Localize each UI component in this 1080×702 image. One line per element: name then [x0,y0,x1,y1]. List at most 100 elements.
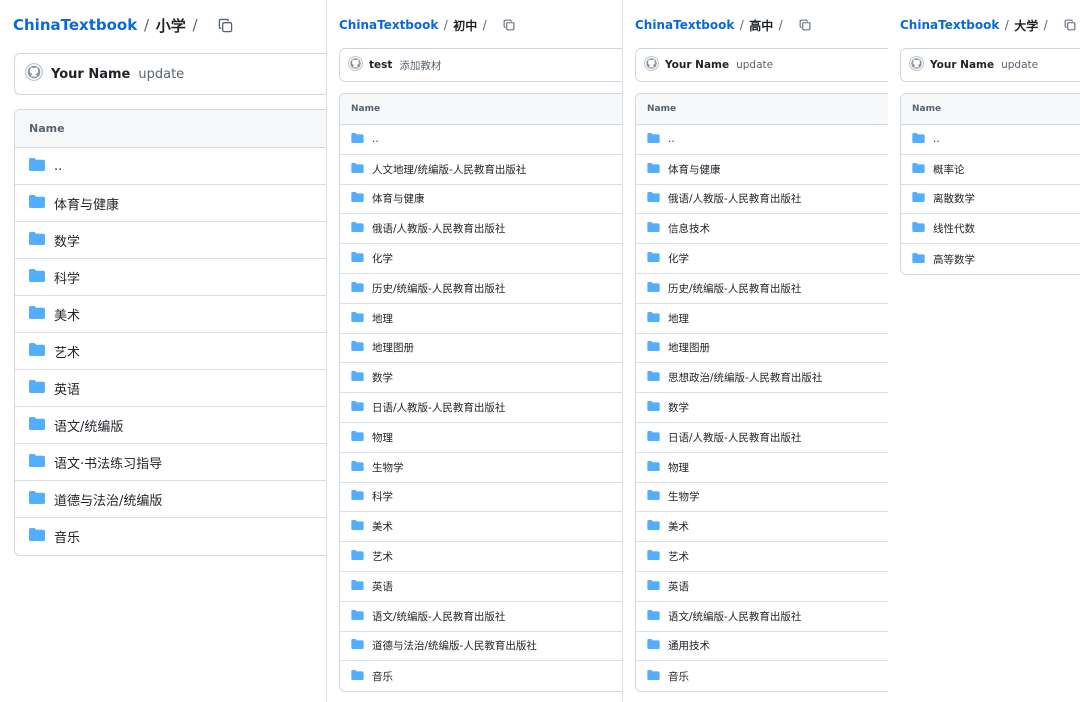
folder-name[interactable]: 美术 [668,519,689,534]
folder-name[interactable]: 俄语/人教版-人民教育出版社 [668,191,801,206]
table-row[interactable]: 日语/人教版-人民教育出版社 [636,423,888,453]
folder-name[interactable]: 英语 [54,379,80,398]
folder-name[interactable]: 离散数学 [933,191,975,206]
folder-name[interactable]: 通用技术 [668,638,710,653]
folder-name[interactable]: 日语/人教版-人民教育出版社 [372,400,505,415]
folder-name[interactable]: 化学 [668,251,689,266]
repo-link[interactable]: ChinaTextbook [13,16,137,34]
folder-name[interactable]: 物理 [372,430,393,445]
table-row[interactable]: 科学 [15,259,326,296]
folder-name[interactable]: .. [933,133,940,145]
table-row[interactable]: 英语 [15,370,326,407]
table-row[interactable]: .. [340,125,622,155]
copy-icon[interactable] [1064,19,1076,31]
table-row[interactable]: 地理 [340,304,622,334]
folder-name[interactable]: 历史/统编版-人民教育出版社 [668,281,801,296]
table-row[interactable]: 语文/统编版-人民教育出版社 [340,602,622,632]
table-row[interactable]: 美术 [636,512,888,543]
table-row[interactable]: 概率论 [901,155,1080,185]
table-row[interactable]: 数学 [636,393,888,423]
table-row[interactable]: 生物学 [636,483,888,513]
table-row[interactable]: 道德与法治/统编版-人民教育出版社 [340,632,622,662]
table-row[interactable]: 历史/统编版-人民教育出版社 [340,274,622,304]
table-row[interactable]: 音乐 [340,661,622,691]
table-row[interactable]: 地理 [636,304,888,334]
folder-name[interactable]: 科学 [54,268,80,287]
folder-name[interactable]: 思想政治/统编版-人民教育出版社 [668,370,822,385]
table-row[interactable]: 语文/统编版-人民教育出版社 [636,602,888,632]
table-row[interactable]: .. [901,125,1080,155]
folder-name[interactable]: 体育与健康 [54,194,119,213]
table-row[interactable]: 体育与健康 [15,185,326,222]
table-row[interactable]: 英语 [636,572,888,602]
folder-name[interactable]: 线性代数 [933,221,975,236]
table-row[interactable]: 美术 [15,296,326,333]
folder-name[interactable]: 音乐 [54,527,80,546]
table-row[interactable]: 数学 [15,222,326,259]
table-row[interactable]: 体育与健康 [636,155,888,185]
commit-message[interactable]: update [138,67,184,82]
folder-name[interactable]: 语文/统编版 [54,416,123,435]
folder-name[interactable]: 艺术 [668,549,689,564]
folder-name[interactable]: 高等数学 [933,252,975,267]
folder-name[interactable]: 美术 [54,305,80,324]
github-avatar-icon[interactable] [644,56,659,74]
copy-icon[interactable] [218,18,233,33]
folder-name[interactable]: 体育与健康 [372,191,425,206]
table-row[interactable]: 艺术 [15,333,326,370]
table-row[interactable]: 俄语/人教版-人民教育出版社 [636,185,888,215]
folder-name[interactable]: 音乐 [668,669,689,684]
folder-name[interactable]: 地理图册 [372,340,414,355]
copy-icon[interactable] [799,19,811,31]
table-row[interactable]: 语文/统编版 [15,407,326,444]
table-row[interactable]: 道德与法治/统编版 [15,481,326,518]
folder-name[interactable]: 地理 [372,311,393,326]
table-row[interactable]: 地理图册 [636,334,888,364]
github-avatar-icon[interactable] [348,56,363,74]
folder-name[interactable]: 人文地理/统编版-人民教育出版社 [372,162,526,177]
folder-name[interactable]: 物理 [668,460,689,475]
table-row[interactable]: 线性代数 [901,214,1080,245]
folder-name[interactable]: 信息技术 [668,221,710,236]
table-row[interactable]: 音乐 [15,518,326,555]
folder-name[interactable]: 日语/人教版-人民教育出版社 [668,430,801,445]
table-row[interactable]: 音乐 [636,661,888,691]
table-row[interactable]: 数学 [340,363,622,394]
folder-name[interactable]: 音乐 [372,669,393,684]
folder-name[interactable]: 语文/统编版-人民教育出版社 [668,609,801,624]
folder-name[interactable]: 艺术 [372,549,393,564]
folder-name[interactable]: 体育与健康 [668,162,721,177]
table-row[interactable]: 日语/人教版-人民教育出版社 [340,393,622,423]
commit-message[interactable]: update [736,59,773,71]
repo-link[interactable]: ChinaTextbook [339,18,438,32]
table-row[interactable]: 历史/统编版-人民教育出版社 [636,274,888,304]
table-row[interactable]: .. [636,125,888,155]
folder-name[interactable]: 艺术 [54,342,80,361]
folder-name[interactable]: 化学 [372,251,393,266]
commit-author[interactable]: Your Name [930,59,994,71]
folder-name[interactable]: 概率论 [933,162,965,177]
folder-name[interactable]: 道德与法治/统编版 [54,490,162,509]
table-row[interactable]: 艺术 [636,542,888,572]
folder-name[interactable]: 数学 [372,370,393,385]
github-avatar-icon[interactable] [909,56,924,74]
folder-name[interactable]: 生物学 [372,460,404,475]
table-row[interactable]: 化学 [636,244,888,274]
commit-author[interactable]: Your Name [51,67,130,82]
table-row[interactable]: .. [15,148,326,185]
folder-name[interactable]: 生物学 [668,489,700,504]
table-row[interactable]: 离散数学 [901,185,1080,215]
folder-name[interactable]: 美术 [372,519,393,534]
repo-link[interactable]: ChinaTextbook [900,18,999,32]
folder-name[interactable]: 英语 [372,579,393,594]
commit-author[interactable]: Your Name [665,59,729,71]
folder-name[interactable]: .. [54,159,62,174]
table-row[interactable]: 物理 [636,453,888,483]
folder-name[interactable]: 道德与法治/统编版-人民教育出版社 [372,638,537,653]
table-row[interactable]: 思想政治/统编版-人民教育出版社 [636,363,888,394]
table-row[interactable]: 信息技术 [636,214,888,245]
folder-name[interactable]: .. [372,133,379,145]
table-row[interactable]: 物理 [340,423,622,453]
copy-icon[interactable] [503,19,515,31]
table-row[interactable]: 体育与健康 [340,185,622,215]
